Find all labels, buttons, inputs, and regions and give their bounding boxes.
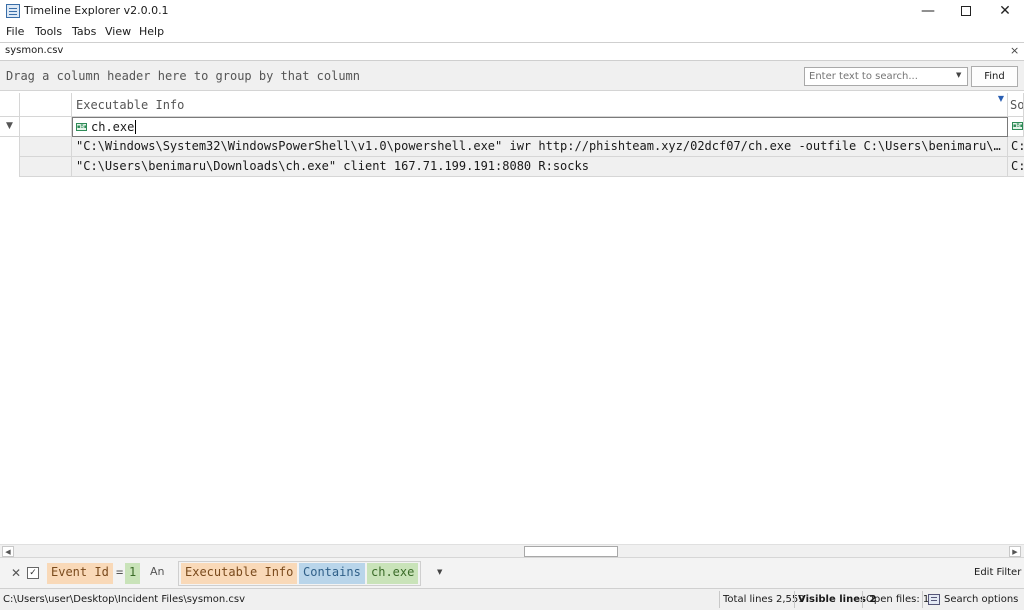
status-divider <box>794 591 795 608</box>
table-row[interactable]: "C:\Windows\System32\WindowsPowerShell\v… <box>0 137 1024 157</box>
status-divider <box>719 591 720 608</box>
filter-field-executable-info[interactable]: Executable Info <box>181 563 298 584</box>
close-tab-button[interactable]: × <box>1010 44 1019 57</box>
column-filter-icon[interactable]: ▼ <box>998 94 1004 103</box>
table-cell[interactable]: C: <box>1008 137 1024 157</box>
menu-bar: File Tools Tabs View Help <box>0 22 1024 42</box>
group-by-hint: Drag a column header here to group by th… <box>6 69 361 83</box>
search-options-button[interactable]: Search options <box>944 594 1018 605</box>
search-options-icon[interactable] <box>928 594 940 605</box>
column-header-label: Executable Info <box>76 98 185 112</box>
status-total-lines: Total lines 2,559 <box>723 594 805 605</box>
filter-cell-executable-info[interactable]: ▪B▪ ch.exe <box>72 117 1008 137</box>
filter-cell-blank[interactable] <box>20 117 72 137</box>
menu-tabs[interactable]: Tabs <box>72 25 96 38</box>
menu-tools[interactable]: Tools <box>35 25 62 38</box>
maximize-button[interactable] <box>946 0 986 22</box>
status-open-files: Open files: 1 <box>866 594 930 605</box>
status-visible-lines: Visible lines 2 <box>798 594 877 605</box>
document-tab-strip: sysmon.csv × <box>0 42 1024 61</box>
filter-value-event-id[interactable]: 1 <box>125 563 141 584</box>
status-file-path: C:\Users\user\Desktop\Incident Files\sys… <box>3 594 246 605</box>
horizontal-scrollbar[interactable]: ◀ ▶ <box>0 544 1024 557</box>
table-cell[interactable] <box>20 137 72 157</box>
table-cell-executable-info[interactable]: "C:\Users\benimaru\Downloads\ch.exe" cli… <box>72 157 1008 177</box>
row-indicator <box>0 137 20 157</box>
search-dropdown-icon[interactable]: ▼ <box>956 71 961 79</box>
menu-help[interactable]: Help <box>139 25 164 38</box>
table-cell[interactable]: C: <box>1008 157 1024 177</box>
group-by-panel[interactable]: Drag a column header here to group by th… <box>0 61 1024 91</box>
filter-joiner-and[interactable]: An <box>150 565 165 578</box>
funnel-icon: ▼ <box>6 121 13 131</box>
status-divider <box>922 591 923 608</box>
table-cell[interactable] <box>20 157 72 177</box>
filter-value[interactable]: ch.exe <box>91 120 137 134</box>
row-indicator <box>0 157 20 177</box>
column-header-executable-info[interactable]: Executable Info ▼ <box>72 93 1008 117</box>
column-header-label: So <box>1010 98 1024 112</box>
filter-panel: ✕ ✓ Event Id = 1 An Executable Info Cont… <box>0 557 1024 588</box>
tab-sysmon-csv[interactable]: sysmon.csv <box>0 43 69 60</box>
contains-operator-icon[interactable]: ▪B▪ <box>76 123 87 131</box>
edit-filter-button[interactable]: Edit Filter <box>974 567 1021 578</box>
status-divider <box>862 591 863 608</box>
filter-dropdown-icon[interactable]: ▼ <box>437 568 442 576</box>
enable-filter-checkbox[interactable]: ✓ <box>27 567 39 579</box>
menu-view[interactable]: View <box>105 25 131 38</box>
window-title: Timeline Explorer v2.0.0.1 <box>24 4 169 17</box>
find-button[interactable]: Find <box>971 66 1018 87</box>
search-input[interactable] <box>804 67 968 86</box>
column-header-next[interactable]: So <box>1008 93 1024 117</box>
filter-row-indicator: ▼ <box>0 117 20 137</box>
menu-file[interactable]: File <box>6 25 24 38</box>
table-cell-executable-info[interactable]: "C:\Windows\System32\WindowsPowerShell\v… <box>72 137 1008 157</box>
filter-operator-contains[interactable]: Contains <box>299 563 365 584</box>
title-bar: Timeline Explorer v2.0.0.1 — ✕ <box>0 0 1024 22</box>
column-header-blank[interactable] <box>20 93 72 117</box>
app-icon <box>6 4 20 18</box>
maximize-icon <box>961 6 971 16</box>
data-grid: Executable Info ▼ So ▼ ▪B▪ ch.exe ▪B▪ "C… <box>0 91 1024 544</box>
scrollbar-thumb[interactable] <box>524 546 618 557</box>
status-bar: C:\Users\user\Desktop\Incident Files\sys… <box>0 588 1024 610</box>
scroll-right-icon[interactable]: ▶ <box>1009 546 1021 557</box>
filter-field-event-id[interactable]: Event Id <box>47 563 113 584</box>
close-window-button[interactable]: ✕ <box>985 0 1024 22</box>
table-row[interactable]: "C:\Users\benimaru\Downloads\ch.exe" cli… <box>0 157 1024 177</box>
scroll-left-icon[interactable]: ◀ <box>2 546 14 557</box>
minimize-button[interactable]: — <box>908 0 948 22</box>
filter-value-executable-info[interactable]: ch.exe <box>367 563 419 584</box>
filter-cell-next[interactable]: ▪B▪ <box>1008 117 1024 137</box>
contains-operator-icon[interactable]: ▪B▪ <box>1012 122 1023 130</box>
clear-filter-icon[interactable]: ✕ <box>11 566 21 580</box>
row-indicator-header <box>0 93 20 117</box>
